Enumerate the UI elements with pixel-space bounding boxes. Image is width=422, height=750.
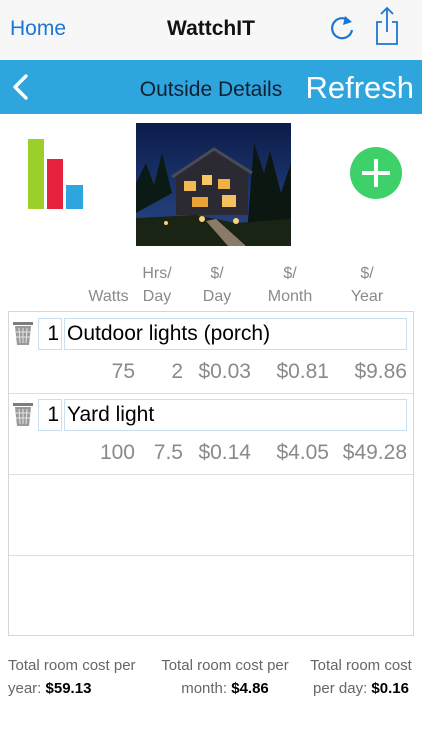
trash-icon[interactable] (12, 401, 34, 427)
column-header-cost-per-year: $/Year (350, 265, 384, 305)
cost-per-year-value: $49.28 (342, 441, 407, 464)
cost-per-day-value: $0.03 (198, 360, 251, 383)
total-month-value: $4.86 (231, 680, 269, 697)
hours-per-day-value[interactable]: 7.5 (139, 441, 183, 465)
hours-per-day-value[interactable]: 2 (139, 360, 183, 384)
refresh-icon[interactable] (328, 12, 356, 44)
cost-per-month-value: $4.05 (276, 441, 329, 464)
refresh-button[interactable]: Refresh (305, 70, 414, 106)
device-name-field[interactable]: Yard light (64, 399, 407, 431)
bar-chart-icon[interactable] (28, 137, 84, 209)
device-row: 1 Yard light 100 7.5 $0.14 $4.05 $49.28 (9, 393, 413, 473)
column-header-watts: Watts (88, 288, 129, 305)
column-header-hours-per-day: Hrs/Day (142, 265, 172, 305)
trash-icon[interactable] (12, 320, 34, 346)
house-photo-image (136, 123, 291, 246)
total-cost-per-year: Total room cost per year: $59.13 (8, 657, 136, 697)
app-top-bar: Home WattchIT (0, 0, 422, 61)
quantity-field[interactable]: 1 (38, 318, 62, 350)
cost-per-year-value: $9.86 (354, 360, 407, 383)
details-header: Outside Details Refresh (0, 60, 422, 114)
watts-value[interactable]: 100 (75, 441, 135, 465)
app-title: WattchIT (167, 17, 255, 40)
room-photo[interactable] (136, 123, 291, 246)
device-row: 1 Outdoor lights (porch) 75 2 $0.03 $0.8… (9, 312, 413, 392)
device-list: 1 Outdoor lights (porch) 75 2 $0.03 $0.8… (8, 311, 414, 636)
total-cost-per-day: Total room cost per day: $0.16 (310, 657, 412, 697)
cost-per-month-value: $0.81 (276, 360, 329, 383)
total-day-value: $0.16 (371, 680, 409, 697)
total-year-value: $59.13 (45, 680, 92, 697)
total-cost-per-month: Total room cost per month: $4.86 (161, 657, 289, 697)
row-divider (9, 555, 413, 556)
share-icon[interactable] (373, 6, 401, 46)
row-divider (9, 474, 413, 475)
plus-icon[interactable] (350, 147, 402, 199)
watts-value[interactable]: 75 (75, 360, 135, 384)
device-name-field[interactable]: Outdoor lights (porch) (64, 318, 407, 350)
column-header-cost-per-month: $/Month (267, 265, 313, 305)
column-header-cost-per-day: $/Day (202, 265, 232, 305)
quantity-field[interactable]: 1 (38, 399, 62, 431)
cost-per-day-value: $0.14 (198, 441, 251, 464)
